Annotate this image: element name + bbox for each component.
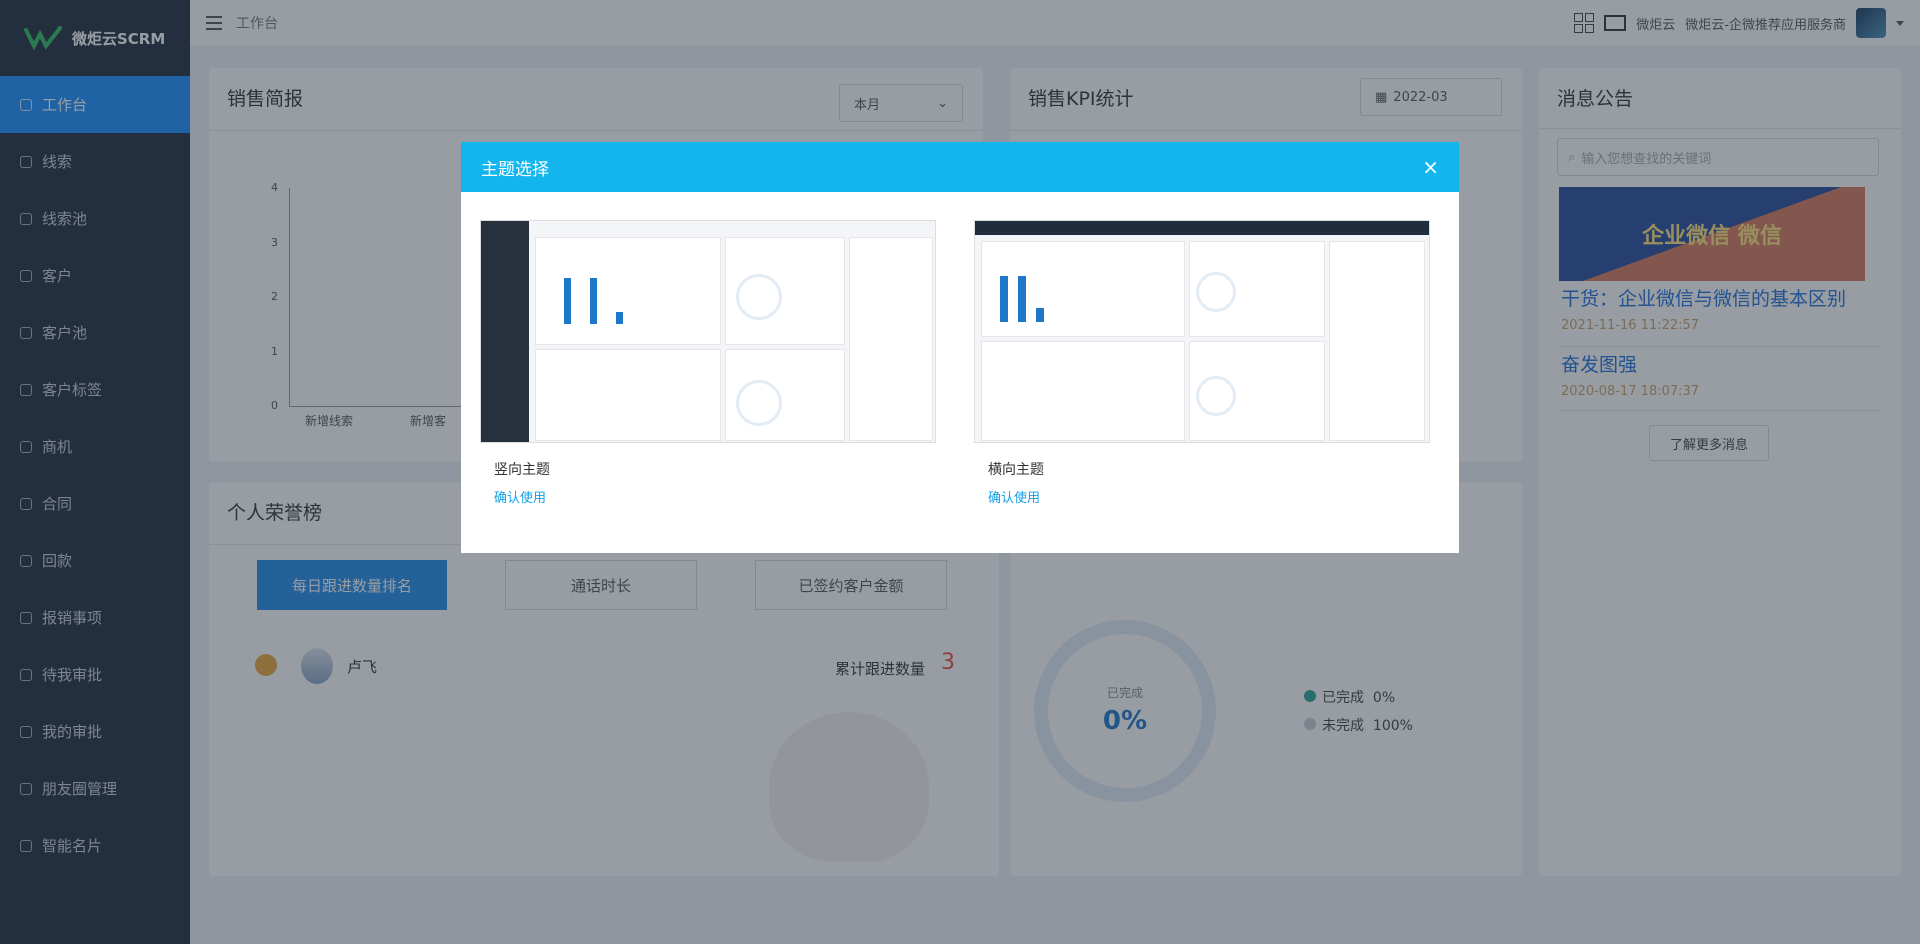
theme-vertical: 竖向主题 确认使用 — [480, 220, 936, 506]
confirm-theme-button[interactable]: 确认使用 — [988, 487, 1430, 506]
mini-card — [849, 237, 933, 441]
mini-bar — [590, 278, 597, 324]
theme-preview-vertical[interactable] — [480, 220, 936, 443]
theme-preview-horizontal[interactable] — [974, 220, 1430, 443]
modal-header: 主题选择 × — [461, 142, 1459, 192]
mini-card — [725, 349, 845, 441]
confirm-theme-button[interactable]: 确认使用 — [494, 487, 936, 506]
mini-topbar — [975, 221, 1429, 235]
mini-ring — [1196, 376, 1236, 416]
mini-sidebar — [481, 221, 529, 442]
mini-card — [1189, 241, 1325, 337]
mini-card — [535, 349, 721, 441]
mini-card — [535, 237, 721, 345]
mini-bar — [564, 278, 571, 324]
theme-name: 竖向主题 — [494, 462, 550, 478]
mini-card — [725, 237, 845, 345]
mini-card — [1329, 241, 1425, 441]
mini-bar — [616, 312, 623, 324]
theme-horizontal: 横向主题 确认使用 — [974, 220, 1430, 506]
mini-card — [981, 241, 1185, 337]
mini-bar — [1018, 276, 1026, 322]
close-icon[interactable]: × — [1422, 155, 1439, 179]
mini-bar — [1036, 308, 1044, 322]
mini-card — [1189, 341, 1325, 441]
mini-ring — [1196, 272, 1236, 312]
theme-name: 横向主题 — [988, 462, 1044, 478]
modal-title: 主题选择 — [481, 159, 549, 180]
mini-ring — [736, 274, 782, 320]
mini-bar — [1000, 276, 1008, 322]
theme-modal: 主题选择 × 竖向主题 确认使用 横向主题 确认使用 — [461, 142, 1459, 553]
mini-card — [981, 341, 1185, 441]
mini-ring — [736, 380, 782, 426]
